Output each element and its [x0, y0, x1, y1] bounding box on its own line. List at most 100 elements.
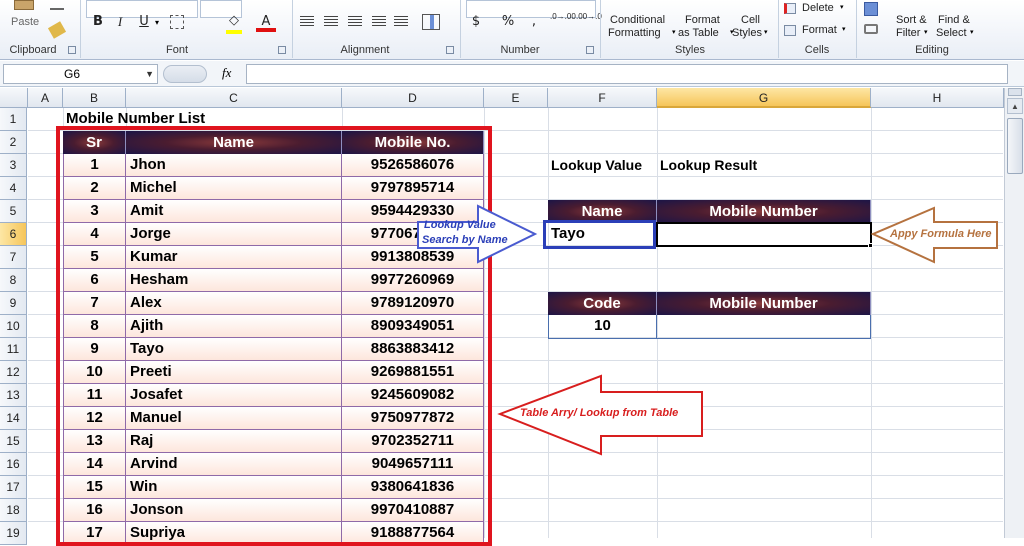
font-color-button[interactable]: A [256, 12, 276, 32]
group-label-styles: Styles [675, 44, 705, 56]
chevron-down-icon: ▾ [924, 29, 928, 36]
border-icon[interactable] [170, 15, 184, 29]
bold-button[interactable]: B [88, 12, 108, 32]
font-launcher-icon[interactable] [278, 46, 286, 54]
formula-bar-grip-icon[interactable] [163, 65, 207, 83]
align-center-icon[interactable] [324, 16, 338, 28]
row-header-13[interactable]: 13 [0, 384, 27, 407]
lookup-value-label[interactable]: Lookup Value [551, 154, 642, 176]
row-header-14[interactable]: 14 [0, 407, 27, 430]
cell-styles-label-1: Cell [741, 14, 760, 26]
format-painter-icon[interactable] [47, 21, 67, 39]
column-header-f[interactable]: F [548, 88, 657, 108]
find-select-button[interactable]: Find & Select ▾ [936, 14, 978, 42]
align-right-icon[interactable] [348, 16, 362, 28]
column-headers: A B C D E F G H [0, 88, 1004, 108]
table-highlight-border [56, 126, 492, 546]
cell-styles-button[interactable]: Cell Styles ▾ [730, 14, 774, 42]
row-header-3[interactable]: 3 [0, 154, 27, 177]
row-header-6[interactable]: 6 [0, 223, 27, 246]
column-header-a[interactable]: A [28, 88, 63, 108]
select-all-corner[interactable] [0, 88, 28, 108]
group-label-clipboard: Clipboard [9, 44, 57, 56]
row-header-11[interactable]: 11 [0, 338, 27, 361]
fill-icon[interactable] [864, 2, 878, 16]
clear-icon[interactable] [864, 24, 878, 34]
indent-increase-icon[interactable] [394, 16, 408, 28]
comma-style-icon[interactable]: , [524, 12, 544, 32]
align-left-icon[interactable] [300, 16, 314, 28]
alignment-launcher-icon[interactable] [446, 46, 454, 54]
red-arrow-label: Table Arry/ Lookup from Table [520, 407, 679, 419]
conditional-formatting-label-1: Conditional [610, 14, 666, 26]
row-header-16[interactable]: 16 [0, 453, 27, 476]
sort-filter-label-1: Sort & [896, 14, 927, 26]
group-label-font: Font [165, 44, 188, 56]
row-header-1[interactable]: 1 [0, 108, 27, 131]
clipboard-launcher-icon[interactable] [68, 46, 76, 54]
column-header-g[interactable]: G [657, 88, 871, 108]
percent-button[interactable]: % [498, 12, 518, 32]
lookup2-header-mobile[interactable]: Mobile Number [657, 292, 871, 315]
chevron-down-icon: ▾ [764, 29, 768, 36]
lookup2-header-code[interactable]: Code [548, 292, 657, 315]
row-header-19[interactable]: 19 [0, 522, 27, 545]
format-as-table-label-2: as Table [678, 27, 719, 39]
italic-button[interactable]: I [110, 12, 130, 32]
name-box[interactable]: G6 ▼ [3, 64, 158, 84]
row-header-15[interactable]: 15 [0, 430, 27, 453]
row-header-9[interactable]: 9 [0, 292, 27, 315]
underline-button[interactable]: U [134, 12, 154, 32]
column-header-h[interactable]: H [871, 88, 1004, 108]
lookup2-result-cell[interactable] [656, 315, 871, 339]
row-header-17[interactable]: 17 [0, 476, 27, 499]
row-header-4[interactable]: 4 [0, 177, 27, 200]
group-label-editing: Editing [915, 44, 949, 56]
decrease-decimal-button[interactable]: .00→.0 [576, 12, 602, 21]
vertical-scrollbar[interactable]: ▲ [1004, 88, 1024, 538]
format-button[interactable]: Format ▾ [784, 24, 850, 38]
merge-center-icon[interactable] [422, 14, 440, 30]
column-header-d[interactable]: D [342, 88, 484, 108]
clipboard-icon [14, 0, 34, 10]
scroll-thumb[interactable] [1007, 118, 1023, 174]
delete-button[interactable]: Delete ▾ [784, 2, 850, 16]
format-as-table-button[interactable]: Format as Table ▾ [678, 14, 736, 42]
paste-button[interactable]: Paste [4, 0, 44, 36]
lookup-result-label[interactable]: Lookup Result [660, 154, 757, 176]
delete-icon [784, 3, 796, 14]
row-header-8[interactable]: 8 [0, 269, 27, 292]
underline-dropdown-icon[interactable]: ▾ [155, 18, 159, 27]
row-header-5[interactable]: 5 [0, 200, 27, 223]
format-as-table-label-1: Format [685, 14, 720, 26]
column-header-c[interactable]: C [126, 88, 342, 108]
fill-color-icon[interactable]: ◇ [226, 12, 242, 34]
cut-icon[interactable] [50, 2, 64, 10]
paste-label: Paste [11, 16, 40, 28]
lookup2-value-cell[interactable]: 10 [548, 315, 657, 339]
column-header-e[interactable]: E [484, 88, 548, 108]
lookup1-header-mobile[interactable]: Mobile Number [657, 200, 871, 223]
row-header-10[interactable]: 10 [0, 315, 27, 338]
currency-button[interactable]: $ [466, 12, 486, 32]
number-launcher-icon[interactable] [586, 46, 594, 54]
chevron-down-icon[interactable]: ▼ [145, 65, 154, 83]
row-header-2[interactable]: 2 [0, 131, 27, 154]
row-header-18[interactable]: 18 [0, 499, 27, 522]
formula-input[interactable] [246, 64, 1008, 84]
sort-filter-button[interactable]: Sort & Filter ▾ [894, 14, 934, 42]
scroll-up-icon[interactable]: ▲ [1007, 98, 1023, 114]
conditional-formatting-label-2: Formatting [608, 27, 661, 39]
indent-decrease-icon[interactable] [372, 16, 386, 28]
row-header-12[interactable]: 12 [0, 361, 27, 384]
conditional-formatting-button[interactable]: Conditional Formatting ▾ [606, 14, 676, 42]
chevron-down-icon: ▾ [970, 29, 974, 36]
insert-function-button[interactable]: fx [222, 65, 231, 81]
increase-decimal-button[interactable]: .0→.00 [550, 12, 576, 21]
column-header-b[interactable]: B [63, 88, 126, 108]
fill-handle[interactable] [868, 243, 873, 248]
split-box[interactable] [1008, 88, 1022, 96]
lookup1-result-cell[interactable] [656, 222, 872, 247]
formula-bar: G6 ▼ fx [0, 61, 1024, 87]
row-header-7[interactable]: 7 [0, 246, 27, 269]
